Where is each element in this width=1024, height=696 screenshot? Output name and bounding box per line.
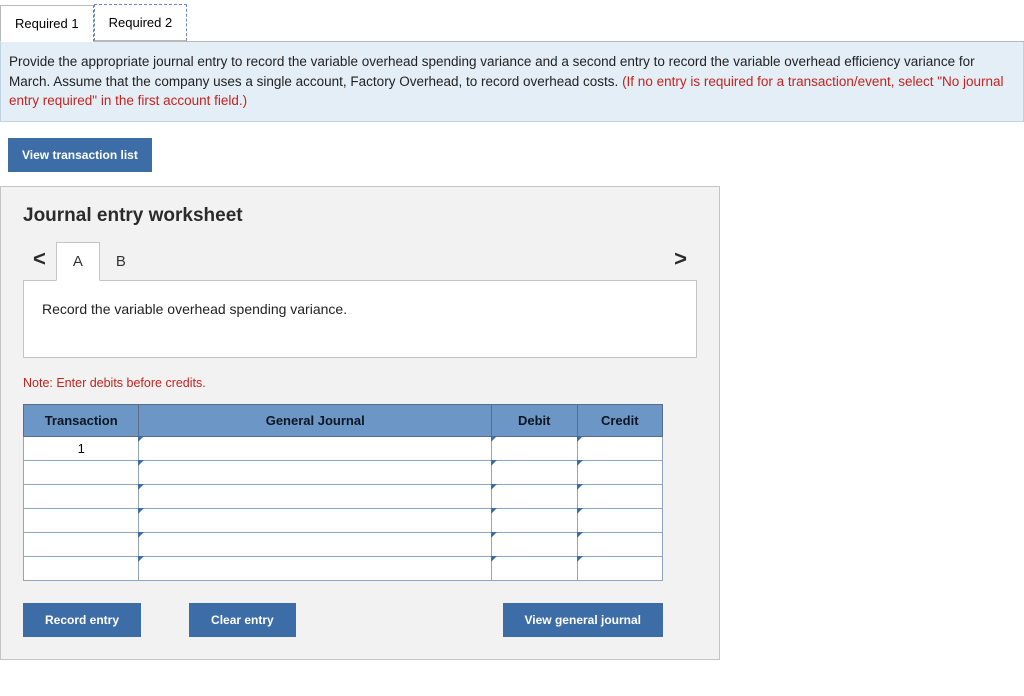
tab-required-1[interactable]: Required 1 — [0, 5, 94, 42]
debit-cell[interactable] — [492, 556, 577, 580]
general-journal-cell[interactable] — [139, 436, 492, 460]
general-journal-cell[interactable] — [139, 460, 492, 484]
instruction-box: Provide the appropriate journal entry to… — [0, 42, 1024, 122]
col-header-credit: Credit — [577, 404, 663, 436]
worksheet-nav: < A B > — [23, 241, 697, 280]
col-header-general-journal: General Journal — [139, 404, 492, 436]
credit-cell[interactable] — [577, 556, 663, 580]
credit-cell[interactable] — [577, 508, 663, 532]
letter-tab-a[interactable]: A — [56, 242, 100, 281]
general-journal-cell[interactable] — [139, 556, 492, 580]
record-entry-button[interactable]: Record entry — [23, 603, 141, 637]
table-row — [24, 532, 663, 556]
credit-cell[interactable] — [577, 532, 663, 556]
journal-table: Transaction General Journal Debit Credit… — [23, 404, 663, 581]
txn-cell — [24, 484, 139, 508]
table-row — [24, 508, 663, 532]
txn-cell — [24, 460, 139, 484]
col-header-transaction: Transaction — [24, 404, 139, 436]
letter-tab-b[interactable]: B — [100, 243, 142, 280]
debit-cell[interactable] — [492, 532, 577, 556]
journal-worksheet-panel: Journal entry worksheet < A B > Record t… — [0, 186, 720, 660]
clear-entry-button[interactable]: Clear entry — [189, 603, 296, 637]
debit-cell[interactable] — [492, 436, 577, 460]
nav-next-icon[interactable]: > — [664, 246, 697, 280]
action-row: Record entry Clear entry View general jo… — [23, 603, 663, 637]
credit-cell[interactable] — [577, 460, 663, 484]
note-debits-before-credits: Note: Enter debits before credits. — [23, 376, 697, 390]
general-journal-cell[interactable] — [139, 508, 492, 532]
table-row — [24, 460, 663, 484]
credit-cell[interactable] — [577, 436, 663, 460]
credit-cell[interactable] — [577, 484, 663, 508]
table-row — [24, 556, 663, 580]
debit-cell[interactable] — [492, 484, 577, 508]
worksheet-title: Journal entry worksheet — [23, 205, 697, 227]
txn-cell — [24, 532, 139, 556]
general-journal-cell[interactable] — [139, 532, 492, 556]
table-row — [24, 484, 663, 508]
requirement-tabs: Required 1 Required 2 — [0, 4, 1024, 42]
debit-cell[interactable] — [492, 508, 577, 532]
nav-prev-icon[interactable]: < — [23, 246, 56, 280]
txn-cell — [24, 508, 139, 532]
txn-cell: 1 — [24, 436, 139, 460]
tab-required-2[interactable]: Required 2 — [94, 4, 188, 41]
view-general-journal-button[interactable]: View general journal — [503, 603, 663, 637]
txn-cell — [24, 556, 139, 580]
col-header-debit: Debit — [492, 404, 577, 436]
debit-cell[interactable] — [492, 460, 577, 484]
entry-prompt: Record the variable overhead spending va… — [23, 280, 697, 358]
table-row: 1 — [24, 436, 663, 460]
general-journal-cell[interactable] — [139, 484, 492, 508]
view-transaction-list-button[interactable]: View transaction list — [8, 138, 152, 172]
